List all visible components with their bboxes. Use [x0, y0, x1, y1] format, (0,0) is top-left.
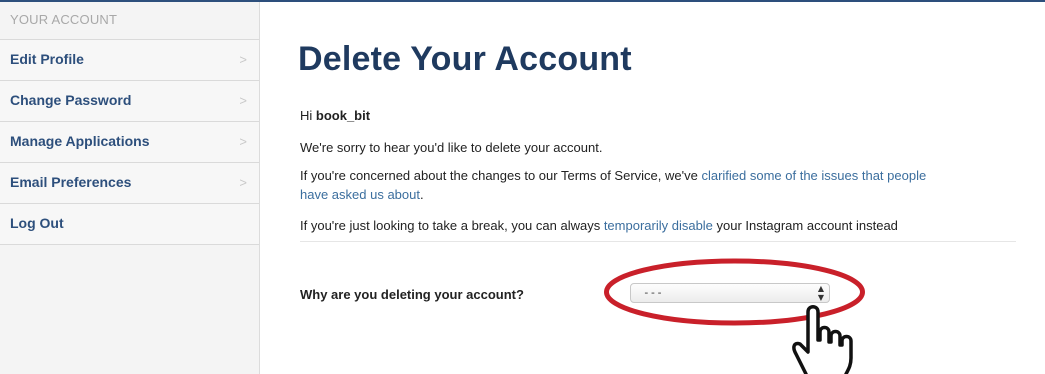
username: book_bit [315, 108, 371, 123]
sidebar-item-change-password[interactable]: Change Password > [0, 81, 259, 122]
chevron-right-icon: > [239, 52, 247, 67]
break-suffix: your Instagram account instead [712, 218, 898, 233]
sidebar-item-label: Change Password [10, 92, 132, 108]
divider [300, 241, 1016, 242]
sidebar-item-label: Edit Profile [10, 51, 84, 67]
sidebar-item-email-preferences[interactable]: Email Preferences > [0, 163, 259, 204]
page-title: Delete Your Account [298, 40, 632, 78]
pointing-hand-icon [792, 305, 853, 374]
concerned-prefix: If you're concerned about the changes to… [300, 168, 702, 183]
break-text: If you're just looking to take a break, … [300, 218, 898, 233]
greeting-prefix: Hi [300, 108, 316, 123]
sidebar-item-label: Manage Applications [10, 133, 150, 149]
break-prefix: If you're just looking to take a break, … [300, 218, 604, 233]
concerned-text: If you're concerned about the changes to… [300, 168, 926, 183]
sidebar-item-label: Email Preferences [10, 174, 132, 190]
sorry-text: We're sorry to hear you'd like to delete… [300, 140, 603, 155]
clarified-issues-link[interactable]: clarified some of the issues that people [701, 168, 926, 183]
sidebar-item-edit-profile[interactable]: Edit Profile > [0, 40, 259, 81]
account-sidebar: YOUR ACCOUNT Edit Profile > Change Passw… [0, 2, 260, 374]
sidebar-item-label: Log Out [10, 215, 64, 231]
temporarily-disable-link[interactable]: temporarily disable [604, 218, 713, 233]
chevron-right-icon: > [239, 134, 247, 149]
chevron-right-icon: > [239, 175, 247, 190]
concerned-suffix: . [419, 187, 424, 202]
chevron-right-icon: > [239, 93, 247, 108]
concerned-text-line2: have asked us about. [300, 187, 424, 202]
sidebar-item-manage-applications[interactable]: Manage Applications > [0, 122, 259, 163]
delete-reason-label: Why are you deleting your account? [300, 287, 524, 302]
greeting: Hi book_bit [300, 108, 370, 123]
sidebar-item-log-out[interactable]: Log Out [0, 204, 259, 245]
clarified-issues-link-continued[interactable]: have asked us about [300, 187, 420, 202]
sidebar-header: YOUR ACCOUNT [0, 2, 259, 40]
